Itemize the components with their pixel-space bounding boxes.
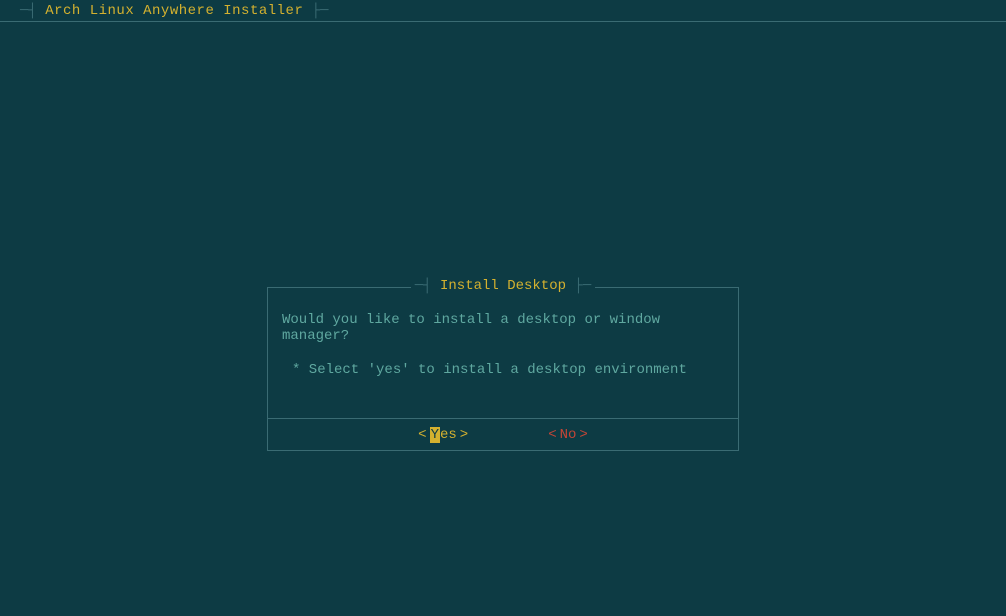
yes-label-rest: es: [440, 427, 457, 443]
yes-hotkey: Y: [430, 427, 440, 443]
dialog: ─┤ Install Desktop ├─ Would you like to …: [267, 287, 739, 451]
angle-left-icon: <: [418, 427, 426, 443]
dialog-content: ─┤ Install Desktop ├─ Would you like to …: [267, 287, 739, 419]
button-bar: < Yes > < No >: [267, 419, 739, 451]
dialog-question: Would you like to install a desktop or w…: [278, 312, 728, 344]
dialog-title-wrap: ─┤ Install Desktop ├─: [268, 278, 738, 294]
angle-right-icon: >: [579, 427, 587, 443]
dialog-hint: * Select 'yes' to install a desktop envi…: [278, 362, 728, 378]
dialog-title: Install Desktop: [440, 278, 566, 294]
no-label: No: [560, 427, 577, 443]
main-area: ─┤ Install Desktop ├─ Would you like to …: [0, 22, 1006, 616]
angle-left-icon: <: [548, 427, 556, 443]
header-decoration: ─┤ Arch Linux Anywhere Installer ├─: [20, 3, 329, 19]
angle-right-icon: >: [460, 427, 468, 443]
no-button[interactable]: < No >: [548, 427, 588, 443]
header-bar: ─┤ Arch Linux Anywhere Installer ├─: [0, 0, 1006, 22]
yes-button[interactable]: < Yes >: [418, 427, 468, 443]
header-title: Arch Linux Anywhere Installer: [45, 3, 303, 19]
